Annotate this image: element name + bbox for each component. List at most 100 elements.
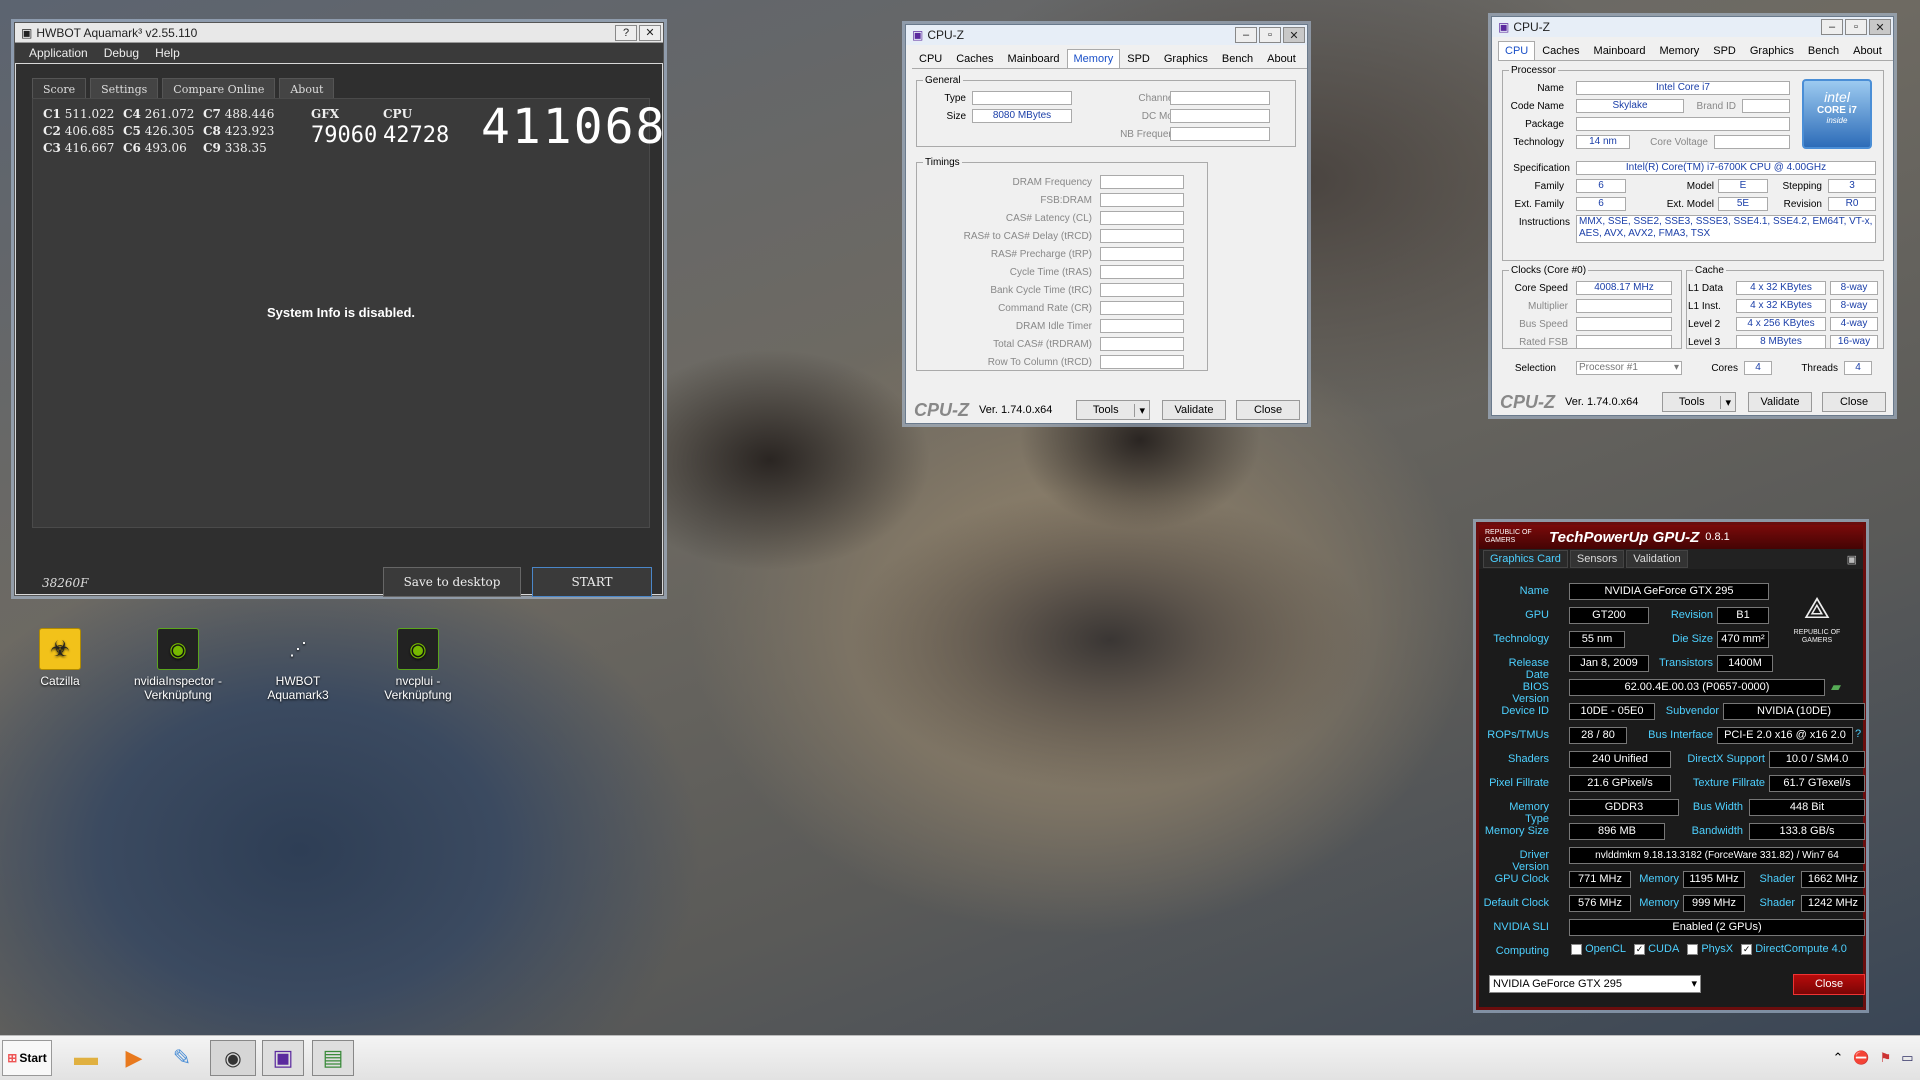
tab-sensors[interactable]: Sensors (1569, 550, 1625, 568)
opencl-check[interactable]: OpenCL (1571, 943, 1626, 955)
validate-button[interactable]: Validate (1748, 392, 1812, 412)
clocks-legend: Clocks (Core #0) (1511, 265, 1587, 276)
tab-strip: CPU Caches Mainboard Memory SPD Graphics… (912, 49, 1307, 69)
timing-row: Command Rate (CR) (922, 299, 1184, 317)
bandwidth-value: 133.8 GB/s (1749, 823, 1865, 840)
menu-application[interactable]: Application (29, 46, 88, 60)
close-button[interactable]: ✕ (1869, 19, 1891, 35)
taskbar-cpuz[interactable]: ▣ (262, 1040, 304, 1076)
cpuz-titlebar[interactable]: ▣ CPU-Z – ▫ ✕ (1492, 17, 1893, 37)
ext-model-label: Ext. Model (1666, 199, 1714, 210)
rated-fsb-value (1576, 335, 1672, 349)
tab-about[interactable]: About (1846, 41, 1889, 60)
menu-debug[interactable]: Debug (104, 46, 139, 60)
tab-strip: Graphics Card Sensors Validation ▣ (1479, 549, 1863, 569)
tab-cpu[interactable]: CPU (1498, 41, 1536, 60)
tab-caches[interactable]: Caches (1535, 41, 1586, 60)
help-icon[interactable]: ? (1855, 728, 1861, 740)
tab-validation[interactable]: Validation (1626, 550, 1688, 568)
size-value: 8080 MBytes (972, 109, 1072, 123)
type-label: Type (944, 93, 966, 104)
desktop-icon-aquamark[interactable]: ⋰ HWBOT Aquamark3 (250, 628, 346, 703)
nb-frequency-label: NB Frequency (1120, 129, 1184, 140)
desktop-icon-nvidiainspector[interactable]: ◉ nvidiaInspector - Verknüpfung (130, 628, 226, 702)
family-label: Family (1534, 181, 1564, 192)
cuda-check[interactable]: ✓ CUDA (1634, 943, 1679, 955)
desktop-icon-label: nvidiaInspector - Verknüpfung (133, 674, 223, 702)
taskbar-media-player[interactable]: ▶ (114, 1040, 154, 1076)
validate-button[interactable]: Validate (1162, 400, 1226, 420)
selection-dropdown[interactable]: Processor #1 ▾ (1576, 361, 1682, 375)
default-memory-label: Memory (1639, 897, 1679, 909)
tab-spd[interactable]: SPD (1120, 49, 1157, 68)
cpu-score: 42728 (383, 123, 450, 148)
close-button[interactable]: Close (1236, 400, 1300, 420)
bios-save-icon[interactable]: ▰ (1831, 679, 1841, 695)
die-size-value: 470 mm² (1717, 631, 1769, 648)
tab-memory[interactable]: Memory (1653, 41, 1707, 60)
desktop-icon-label: HWBOT Aquamark3 (267, 674, 329, 702)
save-to-desktop-button[interactable]: Save to desktop (383, 567, 521, 597)
gpu-clock-value: 771 MHz (1569, 871, 1631, 888)
taskbar-explorer[interactable]: ▬ (66, 1040, 106, 1076)
network-icon[interactable]: ⛔ (1853, 1050, 1869, 1066)
bus-speed-value (1576, 317, 1672, 331)
desktop-icon-nvcplui[interactable]: ◉ nvcplui - Verknüpfung (370, 628, 466, 702)
physx-check[interactable]: PhysX (1687, 943, 1733, 955)
tab-about[interactable]: About (1260, 49, 1303, 68)
show-desktop-icon[interactable]: ▭ (1901, 1050, 1913, 1066)
tab-graphics[interactable]: Graphics (1743, 41, 1801, 60)
tab-memory[interactable]: Memory (1066, 49, 1121, 68)
desktop-icon-catzilla[interactable]: ☣ Catzilla (12, 628, 108, 688)
start-button[interactable]: START (532, 567, 652, 597)
tab-caches[interactable]: Caches (949, 49, 1000, 68)
aquamark-titlebar[interactable]: ▣ HWBOT Aquamark³ v2.55.110 ? ✕ (15, 23, 663, 43)
tab-bench[interactable]: Bench (1801, 41, 1846, 60)
core-voltage-value (1714, 135, 1790, 149)
bios-version-label: BIOS Version (1512, 681, 1549, 705)
version-label: Ver. 1.74.0.x64 (1565, 396, 1639, 408)
gpuz-titlebar[interactable]: REPUBLIC OF GAMERS TechPowerUp GPU-Z 0.8… (1479, 525, 1863, 549)
tab-spd[interactable]: SPD (1706, 41, 1743, 60)
help-button[interactable]: ? (615, 24, 637, 41)
taskbar-paint[interactable]: ✎ (162, 1040, 202, 1076)
maximize-button[interactable]: ▫ (1259, 27, 1281, 43)
core-speed-label: Core Speed (1514, 283, 1568, 294)
minimize-button[interactable]: – (1235, 27, 1257, 43)
camera-icon[interactable]: ▣ (1847, 553, 1857, 566)
minimize-button[interactable]: – (1821, 19, 1843, 35)
gpu-select-dropdown[interactable]: NVIDIA GeForce GTX 295 ▾ (1489, 975, 1701, 993)
tab-mainboard[interactable]: Mainboard (1001, 49, 1067, 68)
tab-mainboard[interactable]: Mainboard (1587, 41, 1653, 60)
show-hidden-icons-icon[interactable]: ⌃ (1832, 1050, 1843, 1066)
close-button[interactable]: ✕ (639, 24, 661, 41)
timings-legend: Timings (925, 157, 960, 168)
default-memory-value: 999 MHz (1683, 895, 1745, 912)
taskbar-gpuz[interactable]: ▤ (312, 1040, 354, 1076)
close-button[interactable]: ✕ (1283, 27, 1305, 43)
driver-version-label: Driver Version (1512, 849, 1549, 873)
tab-cpu[interactable]: CPU (912, 49, 949, 68)
family-value: 6 (1576, 179, 1626, 193)
tools-button[interactable]: Tools ▾ (1662, 392, 1736, 412)
tab-graphics[interactable]: Graphics (1157, 49, 1215, 68)
tab-bench[interactable]: Bench (1215, 49, 1260, 68)
action-center-icon[interactable]: ⚑ (1880, 1050, 1892, 1066)
taskbar-aquamark[interactable]: ◉ (210, 1040, 256, 1076)
close-button[interactable]: Close (1793, 974, 1865, 995)
directcompute-check[interactable]: ✓ DirectCompute 4.0 (1741, 943, 1847, 955)
timing-row: Cycle Time (tRAS) (922, 263, 1184, 281)
cpuz-titlebar[interactable]: ▣ CPU-Z – ▫ ✕ (906, 25, 1307, 45)
package-value (1576, 117, 1790, 131)
level2-way: 4-way (1830, 317, 1878, 331)
nb-frequency-value (1170, 127, 1270, 141)
close-button[interactable]: Close (1822, 392, 1886, 412)
window-title: HWBOT Aquamark³ v2.55.110 (36, 25, 198, 40)
folder-icon: ▬ (74, 1044, 98, 1071)
c-score: C7 488.446 (203, 107, 275, 121)
tools-button[interactable]: Tools ▾ (1076, 400, 1150, 420)
maximize-button[interactable]: ▫ (1845, 19, 1867, 35)
tab-graphics-card[interactable]: Graphics Card (1483, 550, 1568, 568)
start-button[interactable]: ⊞ Start (2, 1040, 52, 1076)
menu-help[interactable]: Help (155, 46, 180, 60)
